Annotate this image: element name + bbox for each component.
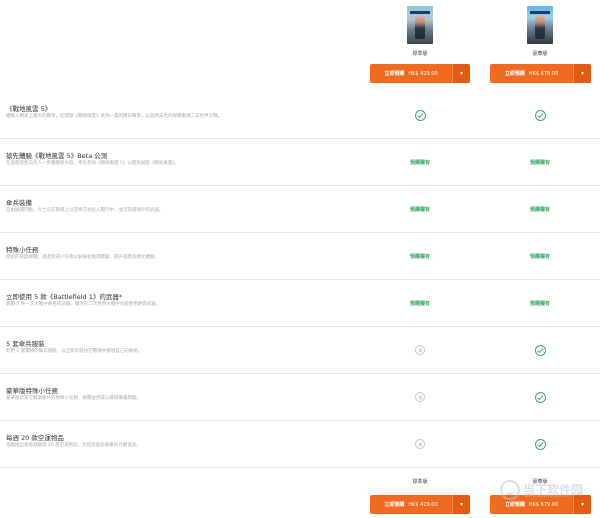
preorder-button-deluxe[interactable]: 立即預購 HK$ 679.00 ▾ [490, 64, 591, 83]
feature-title: 搶先體驗《戰地風雲 5》Beta 公測 [6, 152, 108, 160]
preorder-exclusive-label: 預購獨有 [529, 206, 550, 213]
feature-row: 特殊小任務 從新的角度挑戰，透過完成小任務以解鎖並獲得獎勵，提升遊戲多樣化體驗。… [0, 233, 600, 280]
preorder-exclusive-label: 預購獨有 [409, 206, 430, 213]
feature-description: 在遊戲發售前先人一步體驗新內容，率先參與《戰地風雲 5》公開測試版《戰地風雲》。 [6, 161, 180, 166]
standard-cell: 預購獨有 [370, 250, 470, 262]
edition-name: 標準版 [412, 51, 428, 57]
feature-title: 《戰地風雲 5》 [6, 105, 52, 113]
feature-title: 傘兵裝備 [6, 199, 32, 207]
feature-title: 5 套傘兵服裝 [6, 340, 45, 348]
preorder-exclusive-label: 預購獨有 [409, 300, 430, 307]
standard-cell [370, 344, 470, 356]
preorder-button-standard[interactable]: 立即預購 HK$ 429.00 ▾ [370, 64, 470, 83]
feature-title: 特殊小任務 [6, 246, 39, 254]
deluxe-cell [490, 391, 590, 403]
deluxe-cell: 預購獨有 [490, 156, 590, 168]
check-icon [534, 109, 546, 121]
deluxe-cell [490, 344, 590, 356]
deluxe-cell [490, 109, 590, 121]
chevron-down-icon[interactable]: ▾ [452, 495, 470, 514]
cross-icon [415, 345, 425, 355]
check-icon [534, 391, 546, 403]
feature-row: 5 套傘兵服裝 利用 5 套獨特的傘兵服裝，以全新的裝扮在戰場中展現自己的風格。 [0, 327, 600, 374]
chevron-down-icon[interactable]: ▾ [573, 495, 591, 514]
preorder-button-deluxe-bottom[interactable]: 立即預購 HK$ 679.00 ▾ [490, 495, 591, 514]
edition-deluxe: 豪華版 [490, 6, 590, 57]
preorder-exclusive-label: 預購獨有 [409, 253, 430, 260]
feature-comparison-table: 《戰地風雲 5》 體驗人類史上最大的戰爭，在開發《戰地風雲》系列一貫的精彩戰爭，… [0, 92, 600, 468]
deluxe-cell: 預購獨有 [490, 203, 590, 215]
feature-row: 立即使用 5 款《Battlefield 1》的武器* 解鎖 5 件一次大戰中著… [0, 280, 600, 327]
deluxe-cell: 預購獨有 [490, 297, 590, 309]
feature-description: 自由展開行動，令士兵在戰場上以空降方式投入戰鬥中，並可裝備額外的武器。 [6, 208, 164, 213]
chevron-down-icon[interactable]: ▾ [452, 64, 470, 83]
feature-description: 遊戲推出後每週獲得 20 款空運物品，包括武器及裝備的外觀道具。 [6, 443, 141, 448]
edition-name: 豪華版 [532, 51, 548, 57]
standard-cell [370, 438, 470, 450]
deluxe-cell: 預購獨有 [490, 250, 590, 262]
feature-description: 體驗人類史上最大的戰爭，在開發《戰地風雲》系列一貫的精彩戰爭，以前所未見的視覺重… [6, 114, 222, 119]
check-icon [414, 109, 426, 121]
feature-title: 豪華版特殊小任務 [6, 387, 58, 395]
feature-description: 從新的角度挑戰，透過完成小任務以解鎖並獲得獎勵，提升遊戲多樣化體驗。 [6, 255, 159, 260]
cross-icon [415, 439, 425, 449]
preorder-exclusive-label: 預購獨有 [409, 159, 430, 166]
edition-standard: 標準版 [370, 6, 470, 57]
feature-row: 每週 20 款空運物品 遊戲推出後每週獲得 20 款空運物品，包括武器及裝備的外… [0, 421, 600, 468]
feature-title: 每週 20 款空運物品 [6, 434, 64, 442]
standard-cover-image[interactable] [407, 6, 433, 44]
chevron-down-icon[interactable]: ▾ [573, 64, 591, 83]
deluxe-cover-image[interactable] [527, 6, 553, 44]
standard-cell [370, 109, 470, 121]
preorder-exclusive-label: 預購獨有 [529, 300, 550, 307]
feature-description: 利用 5 套獨特的傘兵服裝，以全新的裝扮在戰場中展現自己的風格。 [6, 349, 143, 354]
deluxe-cell [490, 438, 590, 450]
feature-title: 立即使用 5 款《Battlefield 1》的武器* [6, 293, 123, 301]
edition-name: 標準版 [412, 479, 428, 485]
preorder-exclusive-label: 預購獨有 [529, 159, 550, 166]
edition-name: 豪華版 [532, 479, 548, 485]
feature-row: 搶先體驗《戰地風雲 5》Beta 公測 在遊戲發售前先人一步體驗新內容，率先參與… [0, 139, 600, 186]
preorder-exclusive-label: 預購獨有 [529, 253, 550, 260]
feature-description: 解鎖 5 件一次大戰中著名的武器，讓你在二次世界大戰中也能使用經典武器。 [6, 302, 161, 307]
standard-cell [370, 391, 470, 403]
standard-cell: 預購獨有 [370, 156, 470, 168]
feature-row: 傘兵裝備 自由展開行動，令士兵在戰場上以空降方式投入戰鬥中，並可裝備額外的武器。… [0, 186, 600, 233]
feature-row: 《戰地風雲 5》 體驗人類史上最大的戰爭，在開發《戰地風雲》系列一貫的精彩戰爭，… [0, 92, 600, 139]
check-icon [534, 438, 546, 450]
feature-description: 豪華版玩家可解鎖額外的特殊小任務，挑戰並完成以獲得專屬獎勵。 [6, 396, 141, 401]
standard-cell: 預購獨有 [370, 203, 470, 215]
check-icon [534, 344, 546, 356]
standard-cell: 預購獨有 [370, 297, 470, 309]
cross-icon [415, 392, 425, 402]
feature-row: 豪華版特殊小任務 豪華版玩家可解鎖額外的特殊小任務，挑戰並完成以獲得專屬獎勵。 [0, 374, 600, 421]
preorder-button-standard-bottom[interactable]: 立即預購 HK$ 429.00 ▾ [370, 495, 470, 514]
